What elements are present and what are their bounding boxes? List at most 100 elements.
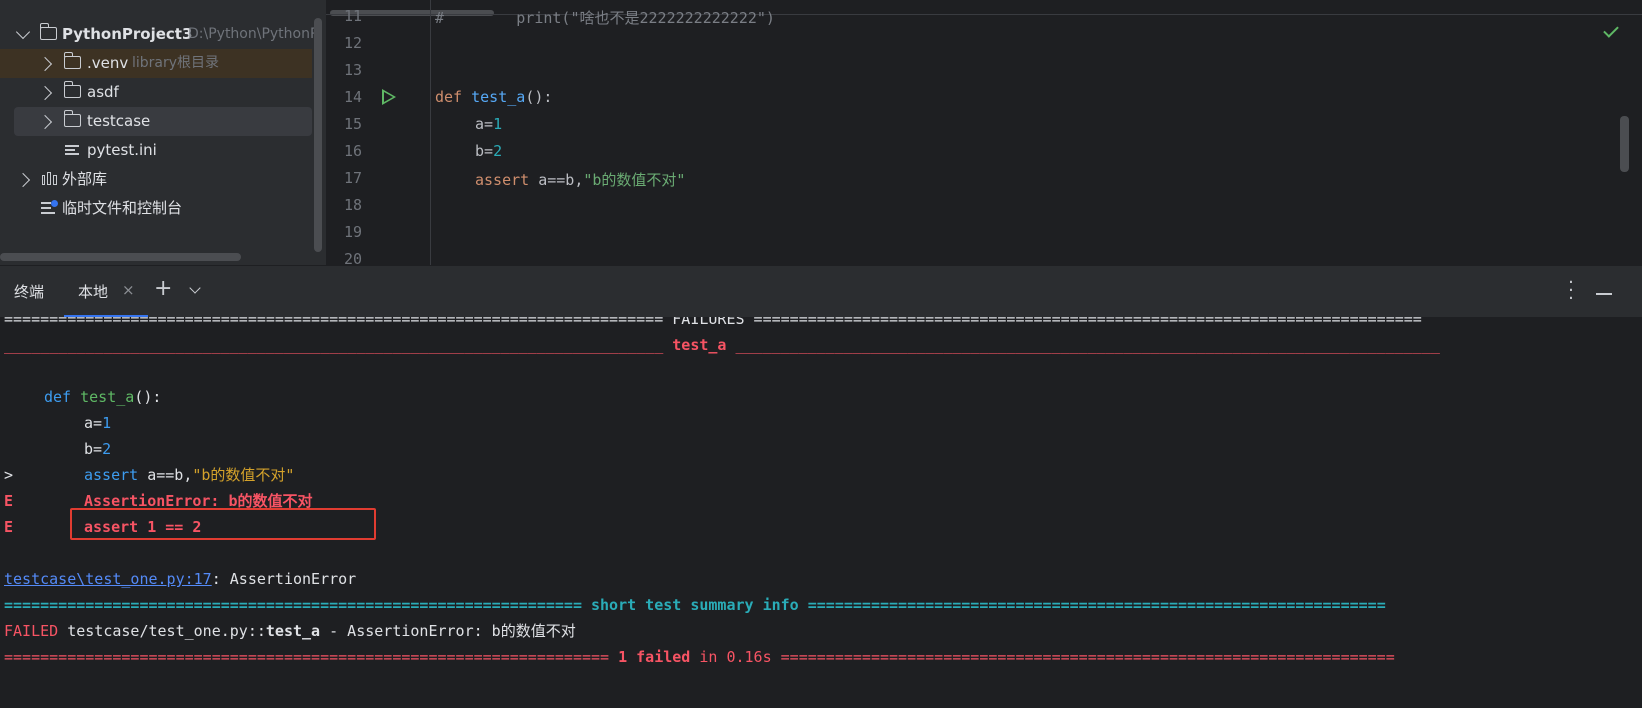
editor-vertical-scrollbar[interactable] — [1620, 116, 1629, 172]
error-location-link[interactable]: testcase\test_one.py:17 — [4, 570, 212, 588]
result-right: ========================================… — [771, 648, 1395, 666]
result-left: ========================================… — [4, 648, 619, 666]
result-line: ========================================… — [4, 645, 1395, 669]
line-number: 14 — [343, 88, 362, 106]
top-area: PythonProject3 D:\Python\PythonP .venv l… — [0, 0, 1642, 265]
code-a-val: 1 — [102, 414, 112, 432]
chevron-right-icon[interactable] — [37, 85, 53, 101]
test-header-right: ________________________________________… — [726, 336, 1440, 354]
terminal-panel-title: 终端 — [14, 283, 45, 301]
result-failed: 1 failed — [618, 648, 691, 666]
scratches-label: 临时文件和控制台 — [62, 199, 183, 217]
assert-expr: a==b, — [529, 171, 584, 189]
highlight-box — [70, 508, 376, 540]
scratches-icon — [41, 200, 58, 216]
tree-item-scratches[interactable]: 临时文件和控制台 — [0, 194, 312, 223]
code-editor[interactable]: 11 12 13 14 15 16 17 18 19 20 # print("啥… — [326, 0, 1642, 265]
tree-item-pytest-ini[interactable]: pytest.ini — [0, 136, 312, 165]
code-fn-name: test_a — [80, 388, 135, 406]
function-name: test_a — [471, 88, 526, 106]
code-b: b= — [84, 440, 103, 458]
keyword-assert: assert — [475, 171, 530, 189]
line-number: 19 — [343, 223, 362, 241]
chevron-down-icon[interactable] — [189, 282, 201, 294]
line-number: 16 — [343, 142, 362, 160]
library-icon — [42, 172, 57, 185]
code-a: a= — [84, 414, 103, 432]
code-fn-tail: (): — [134, 388, 162, 406]
line-number: 17 — [343, 169, 362, 187]
assert-message: "b的数值不对" — [583, 171, 686, 189]
tree-item-project-root[interactable]: PythonProject3 D:\Python\PythonP — [0, 20, 318, 49]
tree-item-external-libs[interactable]: 外部库 — [0, 165, 312, 194]
code-b-line: b=2 — [84, 437, 111, 461]
run-gutter-icon[interactable] — [382, 89, 396, 105]
failed-tail: - AssertionError: b的数值不对 — [320, 622, 576, 640]
file-text-icon — [65, 145, 79, 157]
failed-path: testcase/test_one.py:: — [58, 622, 266, 640]
result-in: in 0.16s — [690, 648, 772, 666]
line-number: 18 — [343, 196, 362, 214]
inspection-ok-check-icon[interactable] — [1603, 22, 1619, 38]
line-number: 11 — [343, 7, 362, 25]
code-assert-keyword: assert — [84, 466, 139, 484]
line-number: 20 — [343, 250, 362, 265]
marker-e: E — [4, 492, 14, 510]
function-parens: (): — [525, 88, 553, 106]
failures-header: ========================================… — [4, 317, 1422, 328]
tree-item-venv[interactable]: .venv library根目录 — [0, 49, 312, 78]
code-line-15: a=1 — [475, 115, 502, 133]
close-tab-icon[interactable]: × — [122, 281, 135, 299]
value-b: 2 — [493, 142, 503, 160]
value-a: 1 — [493, 115, 503, 133]
pytest-ini-label: pytest.ini — [87, 141, 157, 159]
marker-gt: > — [4, 466, 14, 484]
terminal-output[interactable]: ========================================… — [0, 317, 1642, 708]
line-number: 15 — [343, 115, 362, 133]
line-number: 13 — [343, 61, 362, 79]
keyword-def: def — [435, 88, 463, 106]
summary-title: short test summary info — [591, 596, 799, 614]
folder-icon — [39, 23, 57, 40]
test-header-left: ________________________________________… — [4, 336, 673, 354]
summary-header: ========================================… — [4, 593, 1386, 617]
error-location-tail: : AssertionError — [211, 570, 357, 588]
code-line-16: b=2 — [475, 142, 502, 160]
code-a-line: a=1 — [84, 411, 111, 435]
project-vertical-scrollbar[interactable] — [314, 18, 322, 252]
folder-icon — [63, 81, 81, 98]
chevron-right-icon[interactable] — [37, 56, 53, 72]
code-line-17: assert a==b,"b的数值不对" — [475, 169, 685, 190]
failed-label: FAILED — [4, 622, 59, 640]
folder-icon — [63, 52, 81, 69]
tree-item-testcase[interactable]: testcase — [14, 107, 312, 136]
var-b: b= — [475, 142, 494, 160]
failed-line: FAILED testcase/test_one.py::test_a - As… — [4, 619, 576, 643]
minimize-icon[interactable] — [1596, 293, 1612, 295]
tree-item-asdf[interactable]: asdf — [0, 78, 312, 107]
venv-label: .venv — [87, 54, 129, 72]
venv-hint: library根目录 — [132, 55, 220, 71]
more-options-icon[interactable]: · · · — [1568, 274, 1574, 308]
code-def-keyword: def — [44, 388, 72, 406]
test-header-name: test_a — [672, 336, 727, 354]
code-assert-msg: "b的数值不对" — [192, 466, 295, 484]
new-tab-plus-icon[interactable]: + — [154, 276, 172, 301]
error-location-line: testcase\test_one.py:17: AssertionError — [4, 567, 356, 591]
chevron-right-icon[interactable] — [15, 172, 31, 188]
summary-left: ========================================… — [4, 596, 591, 614]
line-number: 12 — [343, 34, 362, 52]
project-panel: PythonProject3 D:\Python\PythonP .venv l… — [0, 0, 326, 265]
code-line-14: def test_a(): — [435, 88, 552, 106]
tab-local[interactable]: 本地 — [78, 281, 108, 302]
failed-test: test_a — [265, 622, 321, 640]
testcase-label: testcase — [87, 112, 151, 130]
code-assert-line: assert a==b,"b的数值不对" — [84, 463, 294, 487]
project-horizontal-scrollbar[interactable] — [0, 253, 241, 261]
chevron-down-icon[interactable] — [15, 24, 31, 40]
var-a: a= — [475, 115, 494, 133]
terminal-tab-bar: 终端 本地 × + · · · — [0, 265, 1642, 318]
chevron-right-icon[interactable] — [37, 114, 53, 130]
code-def-line: def test_a(): — [44, 385, 161, 409]
external-libs-label: 外部库 — [62, 170, 108, 188]
